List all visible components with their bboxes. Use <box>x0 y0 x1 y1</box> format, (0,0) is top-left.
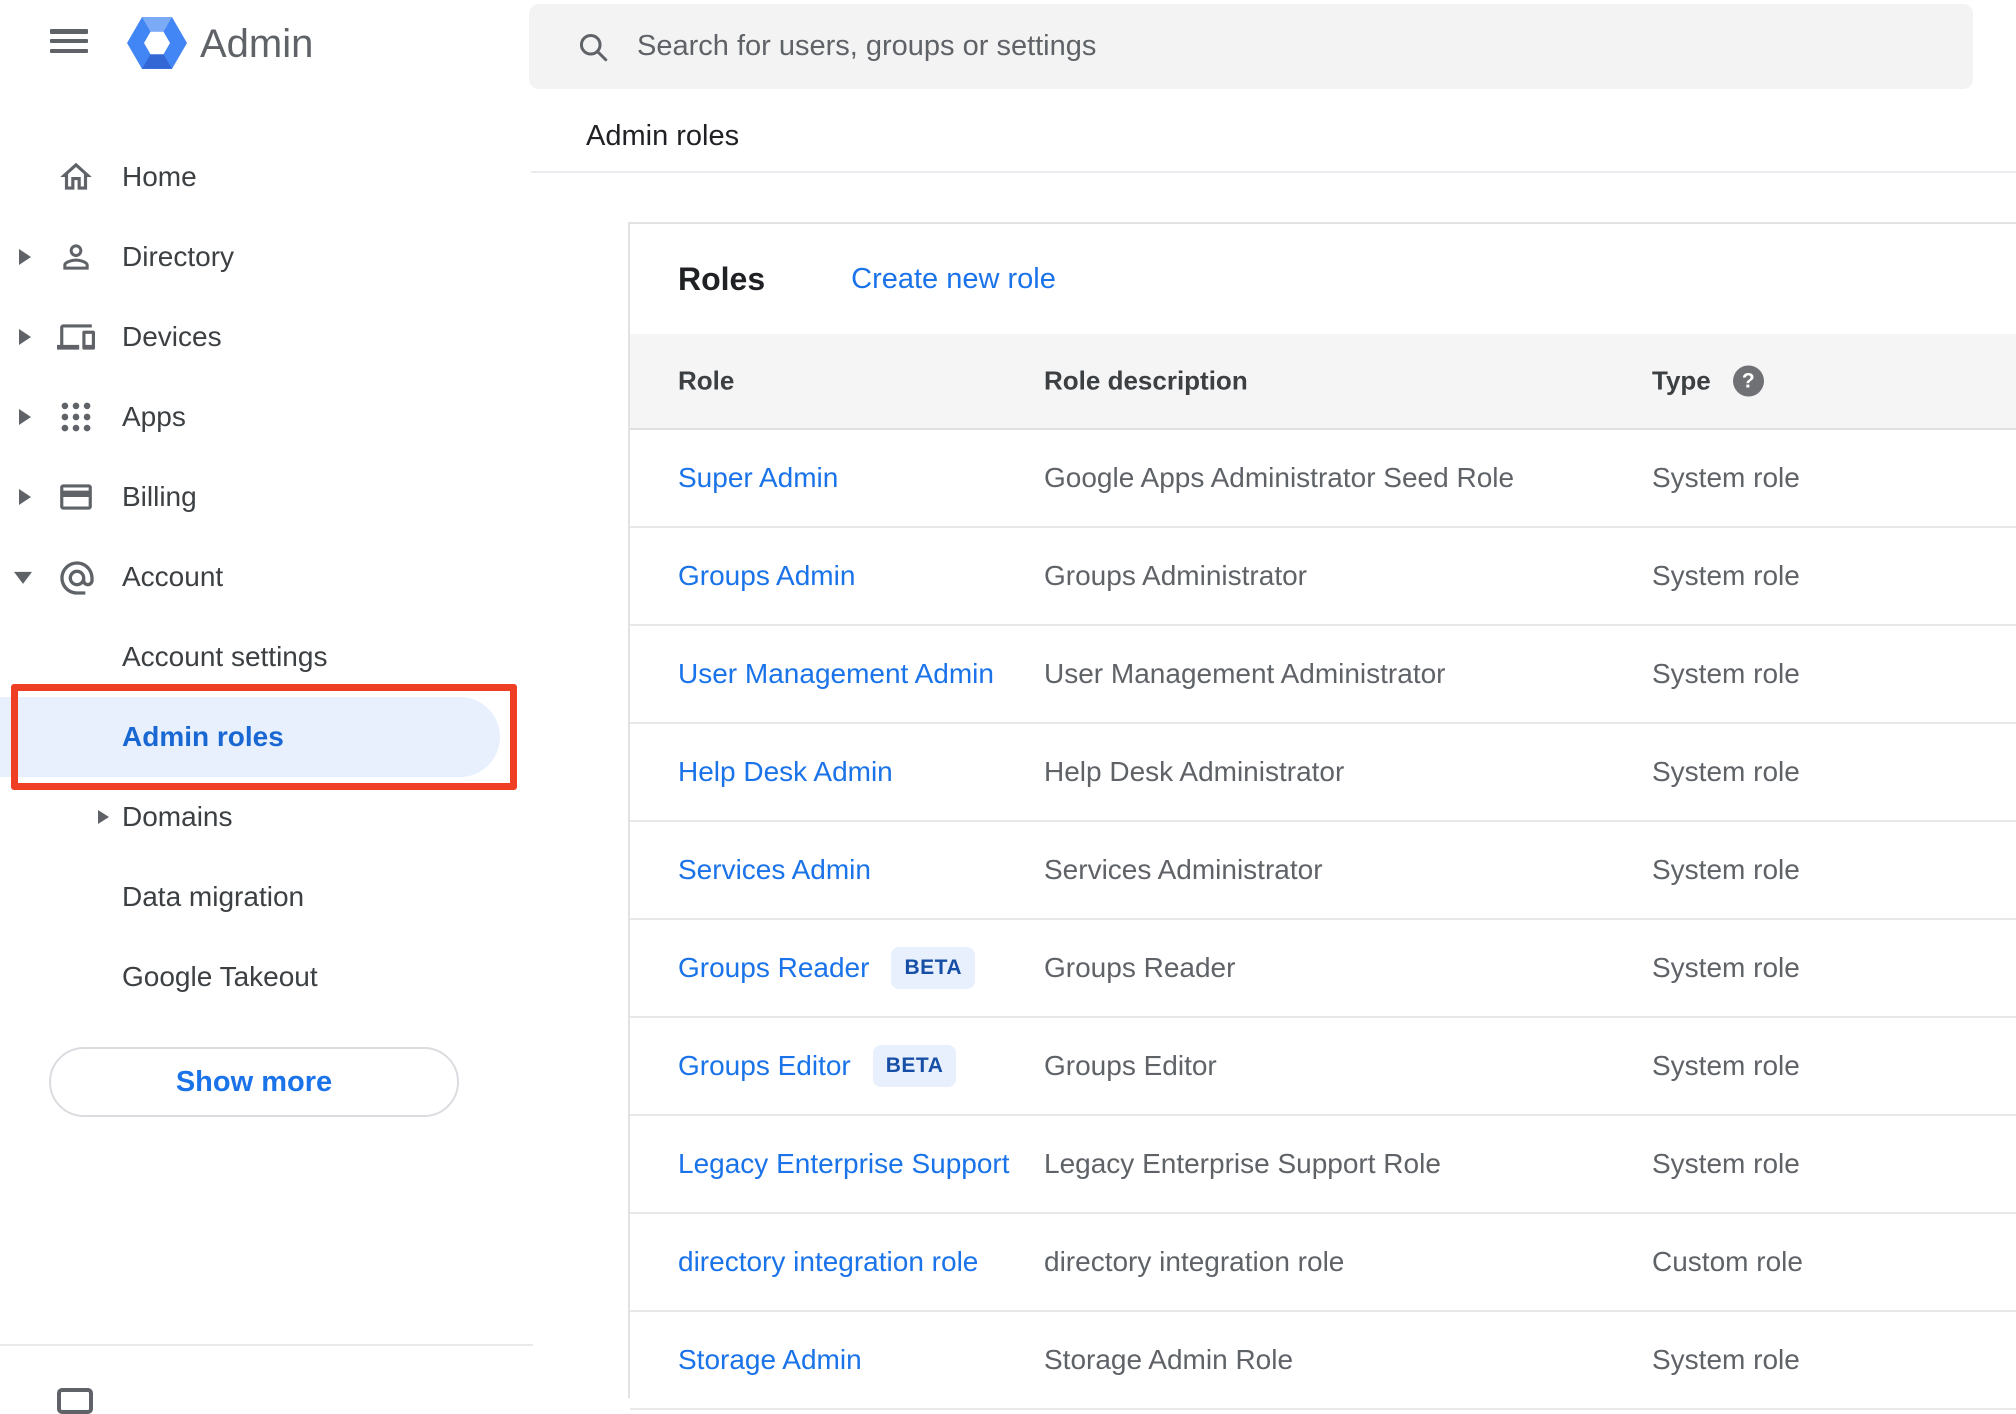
role-type: Custom role <box>1652 1246 1803 1277</box>
card-title: Roles <box>678 260 766 297</box>
chevron-right-icon <box>19 489 31 505</box>
sidebar-item-data-migration[interactable]: Data migration <box>0 857 531 937</box>
create-new-role-link[interactable]: Create new role <box>851 263 1056 296</box>
credit-card-icon <box>57 478 95 516</box>
column-header-type-label: Type <box>1652 365 1711 396</box>
app-title: Admin <box>200 22 314 66</box>
table-row: Groups Admin Groups Administrator System… <box>630 528 2016 626</box>
sidebar-item-label: Home <box>122 161 197 192</box>
role-type: System role <box>1652 462 1800 493</box>
card-header: Roles Create new role <box>630 224 2016 334</box>
sidebar-item-label: Data migration <box>122 881 305 912</box>
role-description: Groups Editor <box>1044 1050 1217 1081</box>
chevron-right-icon <box>19 409 31 425</box>
role-description: Services Administrator <box>1044 854 1323 885</box>
role-link[interactable]: Groups Admin <box>678 560 855 592</box>
column-header-role: Role <box>678 365 735 396</box>
role-type: System role <box>1652 854 1800 885</box>
at-sign-icon <box>57 558 95 596</box>
hamburger-menu-icon[interactable] <box>50 29 88 53</box>
role-link[interactable]: Groups Reader <box>678 952 869 984</box>
sidebar-item-devices[interactable]: Devices <box>0 297 531 377</box>
chevron-right-icon <box>98 810 109 824</box>
sidebar-item-account[interactable]: Account <box>0 537 531 617</box>
role-type: System role <box>1652 560 1800 591</box>
role-type: System role <box>1652 1344 1800 1375</box>
sidebar-item-label: Google Takeout <box>122 961 318 992</box>
table-row: Services Admin Services Administrator Sy… <box>630 822 2016 920</box>
show-more-button[interactable]: Show more <box>49 1047 459 1117</box>
sidebar-item-billing[interactable]: Billing <box>0 457 531 537</box>
apps-grid-icon <box>57 398 95 436</box>
role-type: System role <box>1652 952 1800 983</box>
role-type: System role <box>1652 756 1800 787</box>
partial-bottom-icon <box>57 1388 93 1414</box>
sidebar-item-apps[interactable]: Apps <box>0 377 531 457</box>
table-row: Groups Reader BETA Groups Reader System … <box>630 920 2016 1018</box>
role-link[interactable]: Super Admin <box>678 462 838 494</box>
role-description: Storage Admin Role <box>1044 1344 1294 1375</box>
table-row: directory integration role directory int… <box>630 1214 2016 1312</box>
role-link[interactable]: Help Desk Admin <box>678 756 893 788</box>
search-icon <box>579 33 608 61</box>
role-link[interactable]: Storage Admin <box>678 1344 862 1376</box>
sidebar-item-label: Account settings <box>122 641 328 672</box>
role-description: Legacy Enterprise Support Role <box>1044 1148 1441 1179</box>
sidebar-item-label: Devices <box>122 321 222 352</box>
role-link[interactable]: directory integration role <box>678 1246 978 1278</box>
page-title: Admin roles <box>586 120 740 152</box>
person-icon <box>57 238 95 276</box>
table-row: Help Desk Admin Help Desk Administrator … <box>630 724 2016 822</box>
admin-logo-icon[interactable] <box>127 13 187 73</box>
header-divider <box>531 171 2016 173</box>
table-row: Storage Admin Storage Admin Role System … <box>630 1312 2016 1410</box>
sidebar-item-account-settings[interactable]: Account settings <box>0 617 531 697</box>
role-link[interactable]: User Management Admin <box>678 658 994 690</box>
search-bar <box>529 4 1973 89</box>
table-row: User Management Admin User Management Ad… <box>630 626 2016 724</box>
role-link[interactable]: Services Admin <box>678 854 871 886</box>
roles-card: Roles Create new role Role Role descript… <box>628 222 2016 1410</box>
home-icon <box>57 158 95 196</box>
role-type: System role <box>1652 1050 1800 1081</box>
role-type: System role <box>1652 1148 1800 1179</box>
role-description: Groups Reader <box>1044 952 1236 983</box>
role-description: User Management Administrator <box>1044 658 1446 689</box>
role-description: directory integration role <box>1044 1246 1345 1277</box>
column-header-type: Type ? <box>1652 365 1764 397</box>
sidebar: Admin Home Directory Devices Apps Billin… <box>0 0 533 1414</box>
table-row: Groups Editor BETA Groups Editor System … <box>630 1018 2016 1116</box>
role-description: Groups Administrator <box>1044 560 1307 591</box>
sidebar-item-domains[interactable]: Domains <box>0 777 531 857</box>
sidebar-item-directory[interactable]: Directory <box>0 217 531 297</box>
column-header-description: Role description <box>1044 365 1248 396</box>
sidebar-item-home[interactable]: Home <box>0 137 531 217</box>
sidebar-item-label: Admin roles <box>122 721 284 752</box>
brand: Admin <box>0 0 531 90</box>
table-row: Legacy Enterprise Support Legacy Enterpr… <box>630 1116 2016 1214</box>
sidebar-item-label: Account <box>122 561 224 592</box>
role-description: Google Apps Administrator Seed Role <box>1044 462 1515 493</box>
devices-icon <box>57 318 95 356</box>
sidebar-item-google-takeout[interactable]: Google Takeout <box>0 937 531 1017</box>
beta-badge: BETA <box>891 947 976 989</box>
beta-badge: BETA <box>872 1045 957 1087</box>
table-header-row: Role Role description Type ? <box>630 334 2016 430</box>
role-description: Help Desk Administrator <box>1044 756 1345 787</box>
sidebar-item-label: Domains <box>122 801 233 832</box>
help-icon[interactable]: ? <box>1732 365 1764 397</box>
role-type: System role <box>1652 658 1800 689</box>
sidebar-item-admin-roles[interactable]: Admin roles <box>0 697 531 777</box>
chevron-right-icon <box>19 249 31 265</box>
show-more-label: Show more <box>175 1065 333 1098</box>
search-input[interactable] <box>637 30 1973 63</box>
role-link[interactable]: Groups Editor <box>678 1050 851 1082</box>
sidebar-item-label: Directory <box>122 241 235 272</box>
role-link[interactable]: Legacy Enterprise Support <box>678 1148 1010 1180</box>
chevron-down-icon <box>14 571 32 584</box>
sidebar-divider <box>0 1344 533 1346</box>
table-row: Super Admin Google Apps Administrator Se… <box>630 430 2016 528</box>
chevron-right-icon <box>19 329 31 345</box>
